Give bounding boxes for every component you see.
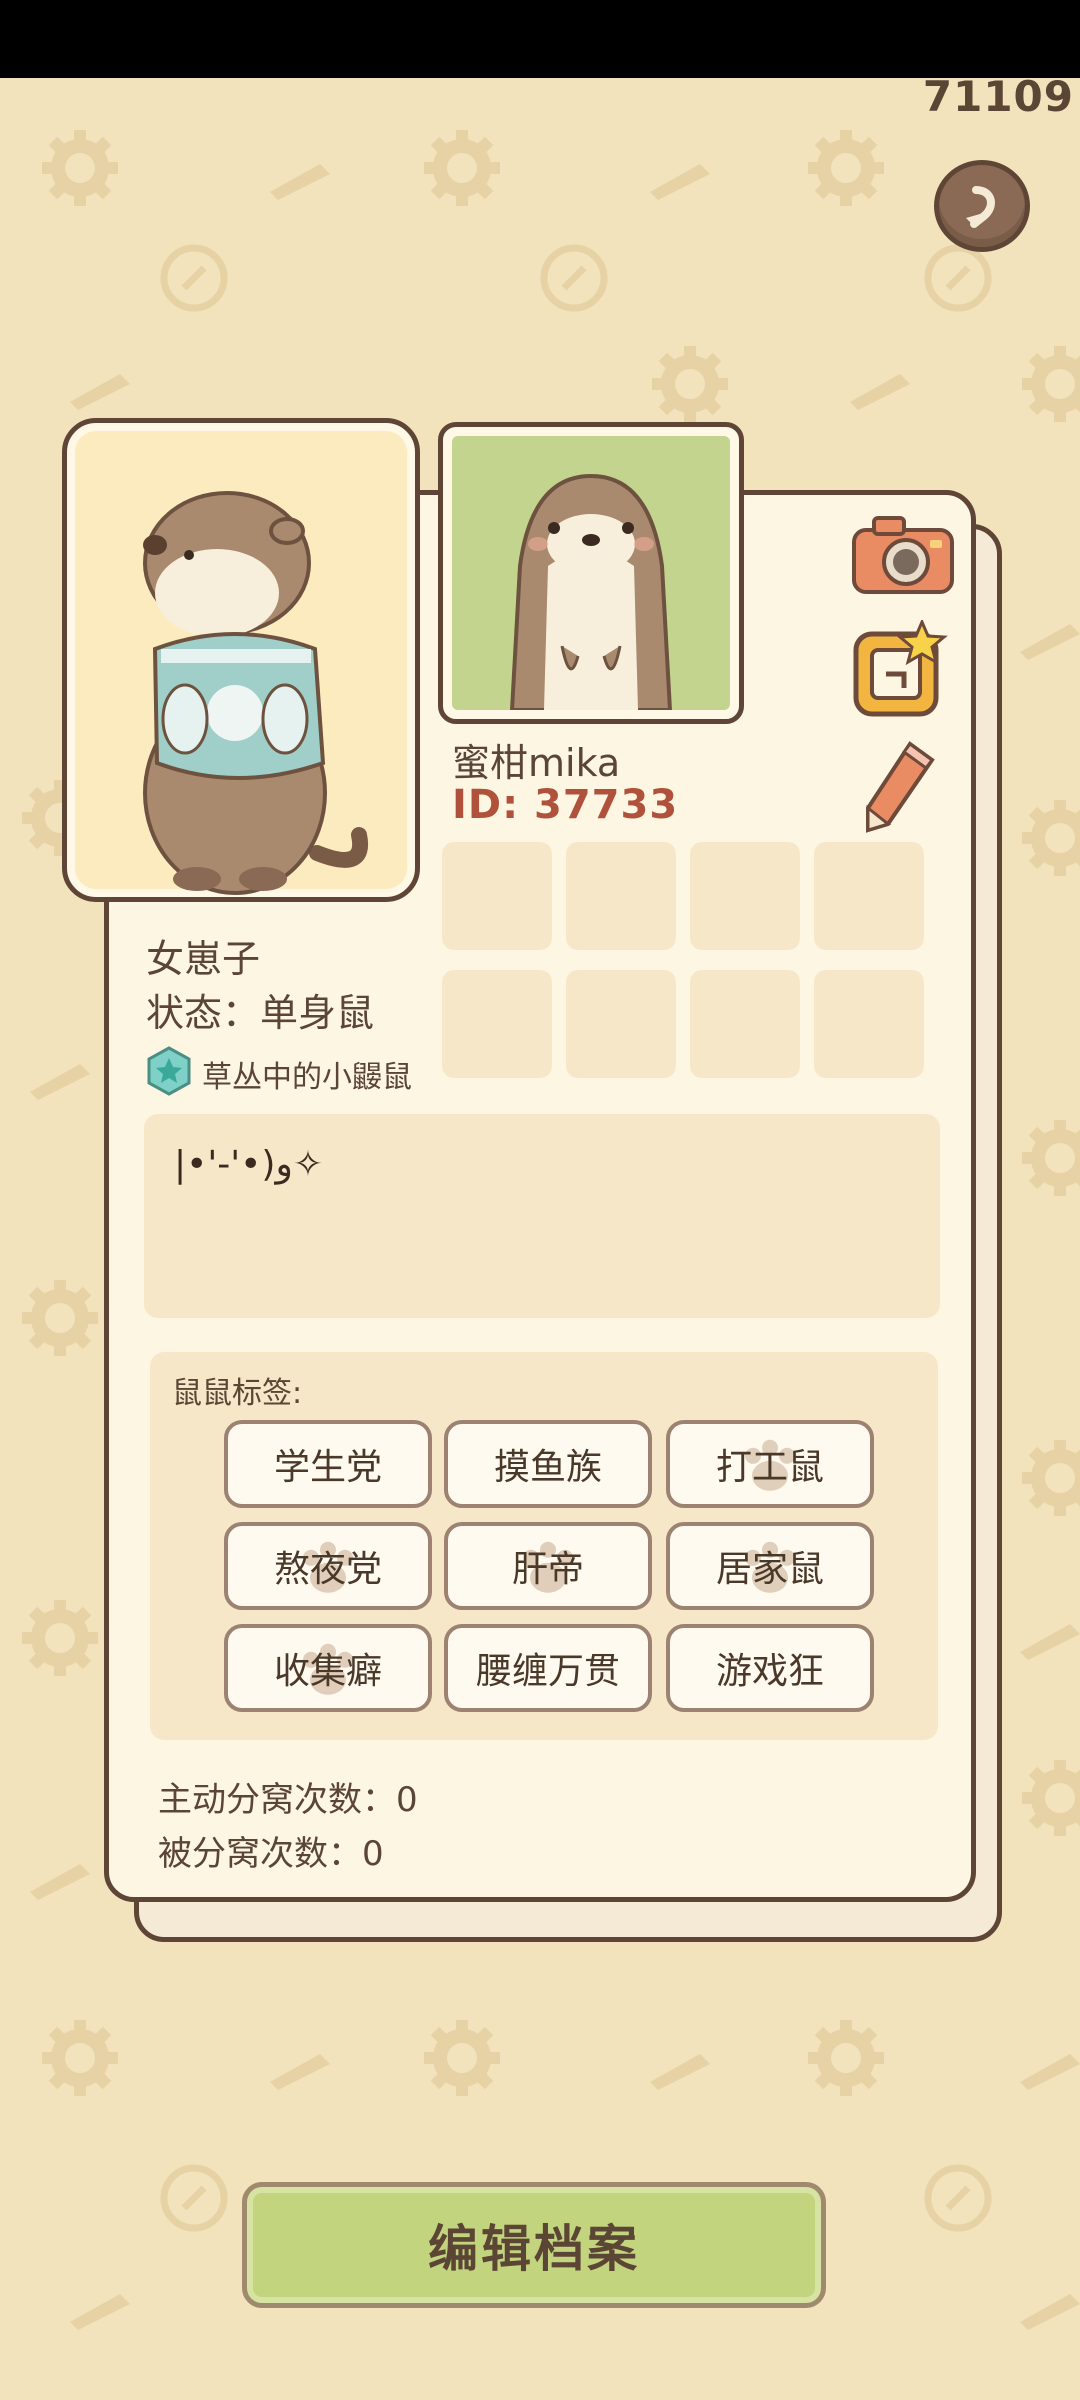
slot[interactable] (690, 842, 800, 950)
relationship-status: 状态：单身鼠 (146, 991, 375, 1035)
tag-chip[interactable]: 摸鱼族 (444, 1420, 652, 1508)
back-arrow-icon (966, 186, 995, 228)
user-id: ID: 37733 (452, 782, 679, 828)
slot[interactable] (442, 970, 552, 1078)
otter-sweater-illustration (143, 491, 369, 895)
tag-chip[interactable]: 肝帝 (444, 1522, 652, 1610)
tag-label: 肝帝 (511, 1549, 584, 1590)
slot[interactable] (690, 970, 800, 1078)
gender-label: 女崽子 (146, 937, 261, 981)
sticker-frame-icon[interactable] (850, 620, 950, 720)
tag-chip[interactable]: 学生党 (224, 1420, 432, 1508)
otter-avatar-illustration (509, 473, 673, 710)
status-bar (0, 0, 1080, 78)
tags-section: 鼠鼠标签: 学生党 摸鱼族 打工鼠 熬夜党 肝帝 居家鼠 收集癖 腰缠万贯 游戏… (150, 1352, 938, 1740)
title-badge: 草丛中的小鼹鼠 (202, 1060, 412, 1095)
avatar-frame[interactable] (438, 422, 744, 724)
avatar (452, 436, 730, 710)
tag-label: 腰缠万贯 (475, 1651, 620, 1692)
bio-box[interactable]: |•'-'•)و✧ (144, 1114, 940, 1318)
bio-text: |•'-'•)و✧ (174, 1144, 323, 1185)
star-badge-icon (147, 1046, 191, 1096)
nickname: 蜜柑mika (452, 741, 621, 785)
back-button[interactable] (934, 160, 1030, 252)
slot[interactable] (814, 842, 924, 950)
tag-chip[interactable]: 居家鼠 (666, 1522, 874, 1610)
tag-label: 游戏狂 (715, 1651, 824, 1692)
tag-label: 打工鼠 (715, 1447, 824, 1488)
passive-split-count: 被分窝次数：0 (158, 1834, 384, 1874)
slot[interactable] (566, 842, 676, 950)
tag-label: 摸鱼族 (493, 1447, 602, 1488)
tags-title: 鼠鼠标签: (172, 1376, 303, 1411)
tag-chip[interactable]: 腰缠万贯 (444, 1624, 652, 1712)
slot[interactable] (566, 970, 676, 1078)
tag-label: 熬夜党 (273, 1549, 382, 1590)
edit-profile-button[interactable]: 编辑档案 (242, 2182, 826, 2308)
active-split-count: 主动分窝次数：0 (158, 1780, 418, 1820)
tag-chip[interactable]: 游戏狂 (666, 1624, 874, 1712)
tag-label: 居家鼠 (715, 1549, 824, 1590)
character-portrait[interactable] (62, 418, 420, 902)
camera-icon[interactable] (850, 508, 956, 598)
tag-chip[interactable]: 熬夜党 (224, 1522, 432, 1610)
coin-count: 71109 (922, 72, 1074, 121)
slot[interactable] (442, 842, 552, 950)
slot[interactable] (814, 970, 924, 1078)
tag-chip[interactable]: 收集癖 (224, 1624, 432, 1712)
tag-label: 学生党 (273, 1447, 382, 1488)
tag-label: 收集癖 (273, 1651, 382, 1692)
tag-chip[interactable]: 打工鼠 (666, 1420, 874, 1508)
pencil-icon[interactable] (860, 738, 940, 834)
